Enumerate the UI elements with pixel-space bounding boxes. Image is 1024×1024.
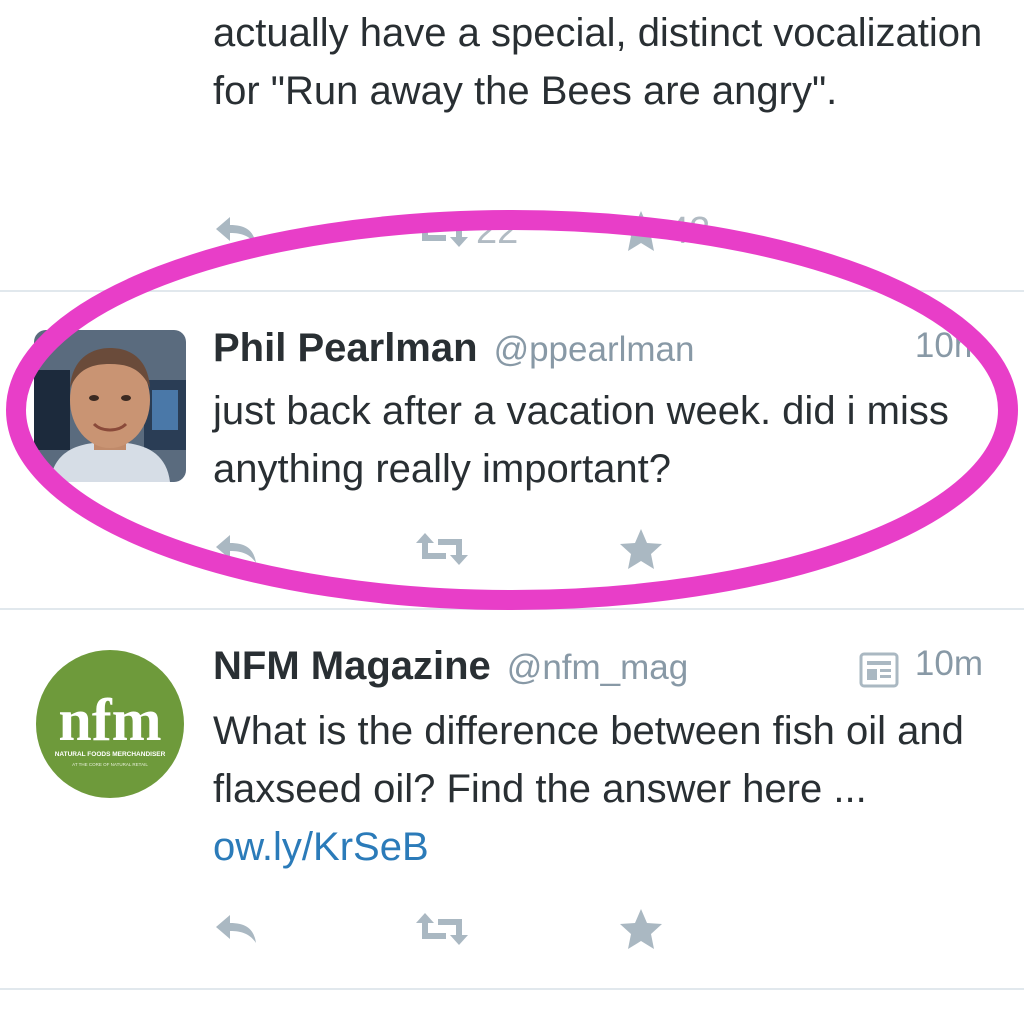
timestamp[interactable]: 10m [915,644,983,684]
tweet-header: Phil Pearlman @ppearlman 10m [213,326,983,382]
favorite-button[interactable] [618,524,664,574]
retweet-button[interactable]: 22 [412,206,518,256]
retweet-icon [412,909,472,949]
tweet-actions [212,904,692,954]
tweet-header: NFM Magazine @nfm_mag 10m [213,644,983,700]
nfm-subtagline: AT THE CORE OF NATURAL RETAIL [72,762,148,767]
summary-card-icon [859,652,899,693]
timeline: actually have a special, distinct vocali… [0,0,1024,1024]
tweet-divider [0,290,1024,292]
reply-icon [212,211,262,251]
tweet-actions [212,524,692,574]
tweet-divider [0,988,1024,990]
reply-icon [212,909,262,949]
tweet-actions: 22 42 [212,206,710,256]
tweet-link[interactable]: ow.ly/KrSeB [213,825,429,869]
favorite-button[interactable] [618,904,664,954]
favorite-button[interactable]: 42 [618,206,710,256]
reply-button[interactable] [212,206,262,256]
retweet-button[interactable] [412,904,472,954]
tweet-divider [0,608,1024,610]
display-name[interactable]: Phil Pearlman [213,326,478,371]
star-icon [618,527,664,571]
avatar[interactable]: nfm NATURAL FOODS MERCHANDISER AT THE CO… [34,648,186,800]
favorite-count: 42 [668,210,711,252]
username[interactable]: @ppearlman [494,330,695,370]
tweet-body: What is the difference between fish oil … [213,709,964,811]
retweet-button[interactable] [412,524,472,574]
star-icon [618,907,664,951]
nfm-logo-text: nfm [58,687,161,753]
reply-button[interactable] [212,524,262,574]
nfm-tagline: NATURAL FOODS MERCHANDISER [55,751,166,758]
timestamp[interactable]: 10m [915,326,983,366]
tweet-text: actually have a special, distinct vocali… [213,11,983,113]
display-name[interactable]: NFM Magazine [213,644,491,689]
tweet-text: just back after a vacation week. did i m… [213,389,949,491]
reply-button[interactable] [212,904,262,954]
star-icon [618,209,664,253]
retweet-count: 22 [476,210,519,252]
username[interactable]: @nfm_mag [507,648,688,688]
retweet-icon [412,529,472,569]
tweet-text: What is the difference between fish oil … [213,702,1003,876]
retweet-icon [412,211,472,251]
reply-icon [212,529,262,569]
avatar[interactable] [34,330,186,482]
